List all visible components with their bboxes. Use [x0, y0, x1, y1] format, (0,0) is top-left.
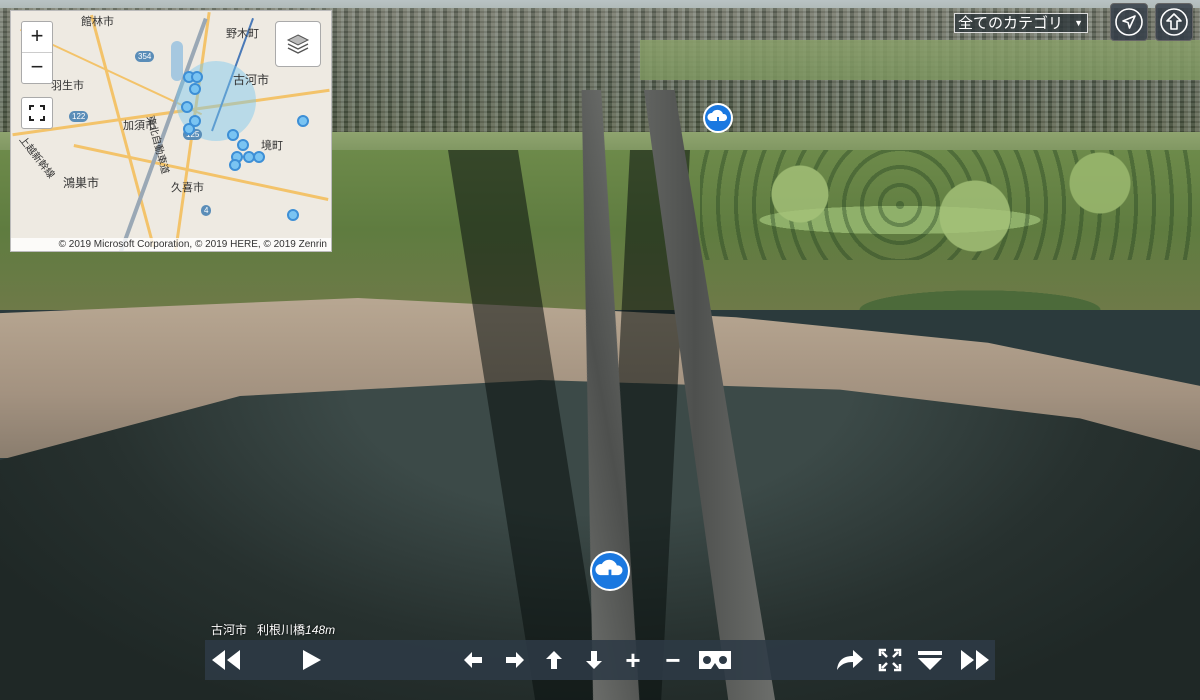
location-pin-icon[interactable]: [189, 115, 201, 127]
map-label: 上越新幹線: [16, 134, 57, 181]
vr-mode-button[interactable]: [695, 640, 735, 680]
pan-left-button[interactable]: [457, 640, 489, 680]
pan-down-button[interactable]: [578, 640, 610, 680]
golf-course: [700, 150, 1200, 260]
location-pin-icon[interactable]: [297, 115, 309, 127]
farm-fields: [640, 40, 1200, 80]
next-button[interactable]: [955, 640, 995, 680]
vr-goggles-icon: [699, 651, 731, 669]
play-button[interactable]: [291, 640, 331, 680]
navigation-arrow-icon: [1115, 8, 1143, 36]
navigation-button[interactable]: [1110, 3, 1148, 41]
location-pin-icon[interactable]: [253, 151, 265, 163]
fullscreen-button[interactable]: [875, 640, 905, 680]
location-pin-icon[interactable]: [229, 159, 241, 171]
caption-distance: 148m: [305, 623, 336, 637]
cloud-download-icon: [595, 559, 623, 585]
route-shield: 4: [201, 205, 212, 216]
download-hotspot[interactable]: [590, 551, 630, 591]
map-layers-button[interactable]: [275, 21, 321, 67]
caption-landmark: 利根川橋: [257, 623, 306, 637]
pan-up-icon: [546, 651, 562, 669]
location-pin-icon[interactable]: [181, 101, 193, 113]
zoom-in-button[interactable]: +: [617, 640, 649, 680]
map-label: 野木町: [226, 28, 259, 40]
map-label: 鴻巣市: [63, 176, 100, 190]
next-icon: [961, 650, 989, 670]
location-pin-icon[interactable]: [189, 83, 201, 95]
map-fullscreen-button[interactable]: [21, 97, 53, 129]
route-shield: 354: [135, 51, 155, 62]
map-label: 羽生市: [51, 80, 84, 92]
pan-left-icon: [464, 652, 482, 668]
pan-right-button[interactable]: [499, 640, 531, 680]
category-select-value: 全てのカテゴリ: [958, 15, 1064, 32]
category-select[interactable]: 全てのカテゴリ ▼: [954, 13, 1088, 33]
fullscreen-icon: [29, 105, 45, 121]
layers-icon: [286, 34, 310, 54]
scene-caption: 古河市 利根川橋148m: [211, 621, 335, 638]
map-zoom-in-button[interactable]: +: [22, 22, 52, 52]
map-label: 古河市: [233, 73, 270, 87]
upload-arrow-icon: [1160, 8, 1188, 36]
mini-map[interactable]: 館林市 野木町 古河市 羽生市 加須市 境町 鴻巣市 久喜市 上越新幹線 東北自…: [10, 10, 332, 252]
share-button[interactable]: [833, 640, 867, 680]
map-label: 館林市: [81, 16, 114, 28]
location-pin-icon[interactable]: [237, 139, 249, 151]
map-lake: [171, 41, 183, 81]
map-label: 久喜市: [171, 182, 204, 194]
location-pin-icon[interactable]: [287, 209, 299, 221]
map-label: 境町: [261, 140, 283, 152]
previous-button[interactable]: [205, 640, 247, 680]
zoom-out-icon: −: [665, 644, 681, 675]
play-icon: [303, 650, 321, 670]
chevron-down-icon: ▼: [1074, 18, 1083, 28]
route-shield: 122: [69, 111, 89, 122]
map-attribution: © 2019 Microsoft Corporation, © 2019 HER…: [11, 238, 331, 251]
hide-toolbar-button[interactable]: [913, 640, 947, 680]
zoom-in-icon: +: [625, 644, 641, 675]
download-hotspot[interactable]: [703, 103, 733, 133]
map-zoom-control: + −: [21, 21, 53, 84]
hide-toolbar-icon: [918, 651, 942, 670]
zoom-out-button[interactable]: −: [657, 640, 689, 680]
previous-icon: [212, 650, 240, 670]
fullscreen-icon: [878, 648, 902, 672]
pan-down-icon: [586, 651, 602, 669]
location-pin-icon[interactable]: [227, 129, 239, 141]
share-icon: [837, 650, 863, 670]
map-zoom-out-button[interactable]: −: [22, 52, 52, 83]
viewer-toolbar: + −: [205, 640, 995, 680]
cloud-download-icon: [707, 109, 728, 128]
caption-place: 古河市: [211, 623, 248, 637]
pan-up-button[interactable]: [538, 640, 570, 680]
pan-right-icon: [506, 652, 524, 668]
upload-button[interactable]: [1155, 3, 1193, 41]
location-pin-icon[interactable]: [191, 71, 203, 83]
